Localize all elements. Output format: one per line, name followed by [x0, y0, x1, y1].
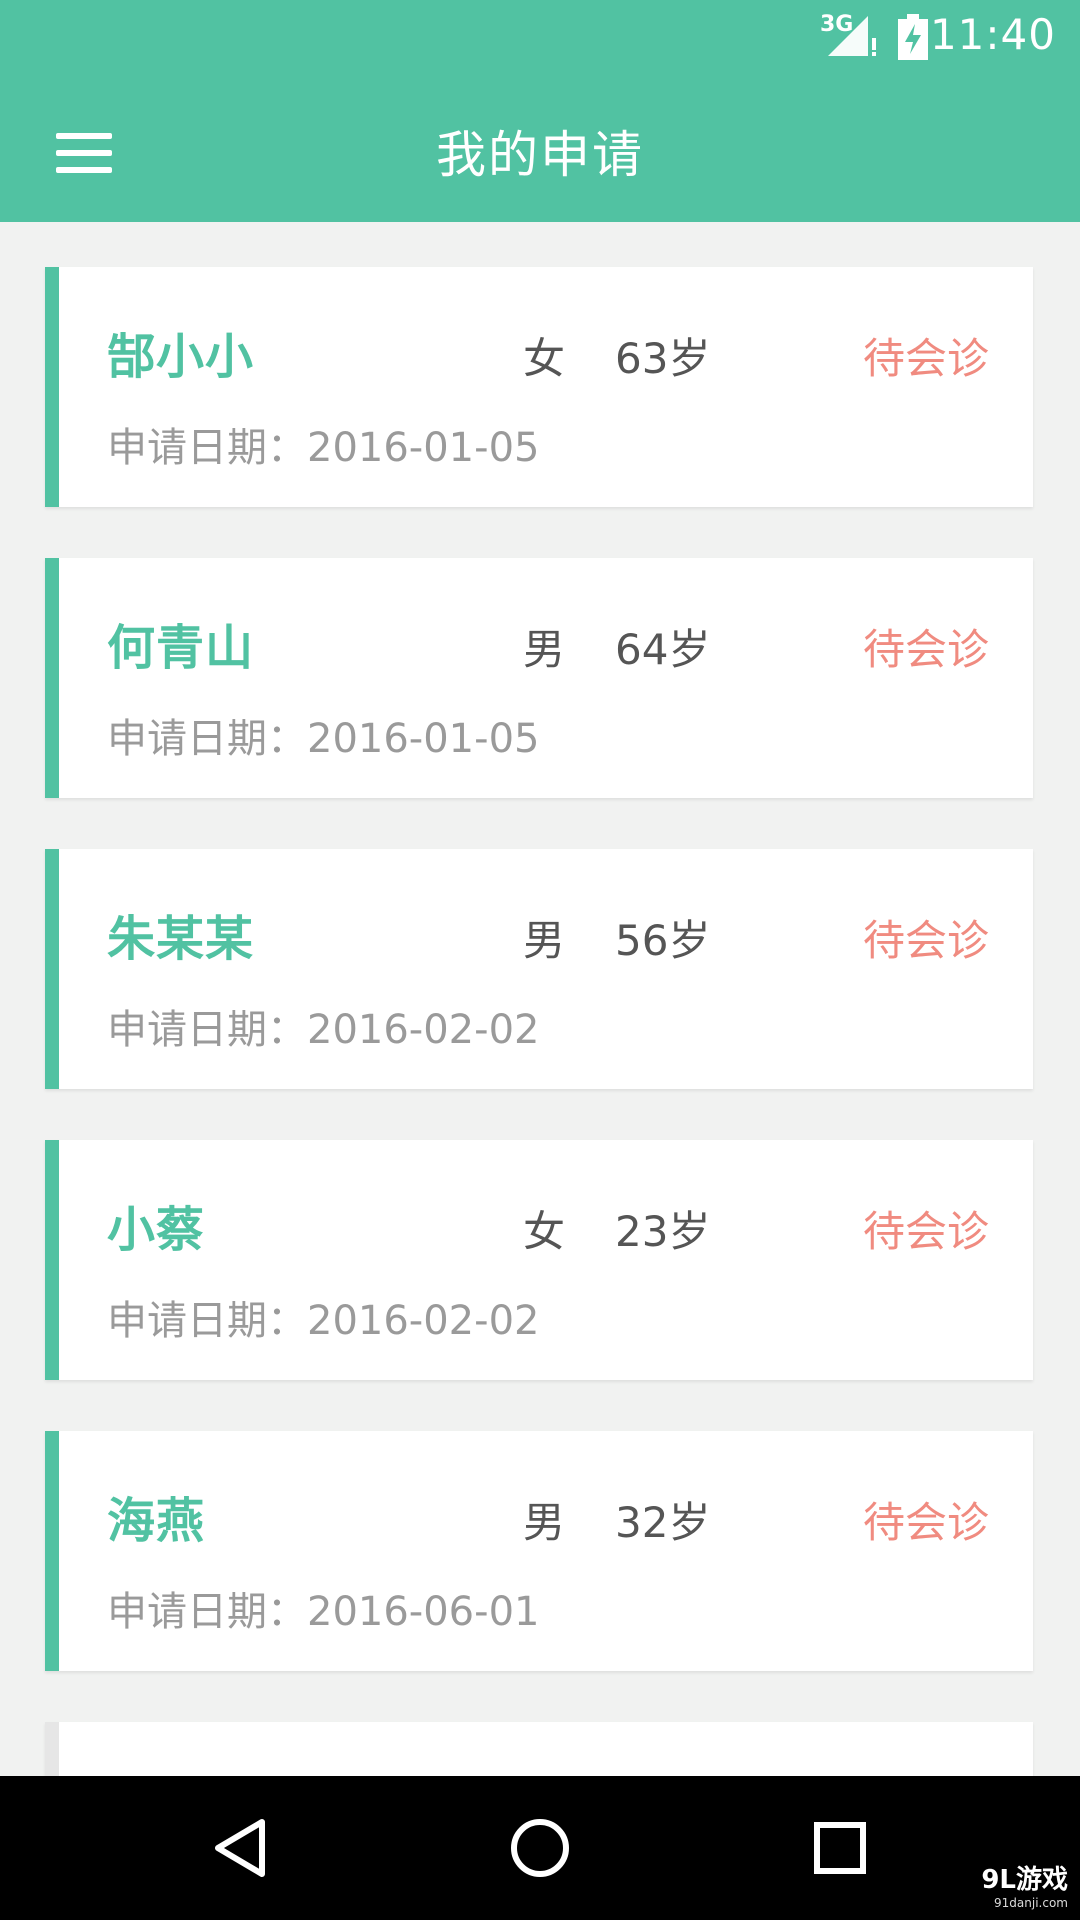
date-label: 申请日期： [107, 1007, 307, 1053]
signal-icon [828, 16, 876, 56]
card-accent-bar [45, 1140, 59, 1380]
date-label: 申请日期： [107, 1589, 307, 1635]
patient-name: 何青山 [107, 620, 255, 676]
date-label: 申请日期： [107, 425, 307, 471]
apply-date-row: 申请日期：2016-02-02 [107, 1288, 539, 1346]
status-badge: 待会诊 [862, 334, 989, 383]
application-list: 郜小小 女 63岁 待会诊 申请日期：2016-01-05 何青山 男 64岁 … [45, 267, 1033, 1782]
status-badge: 待会诊 [862, 916, 989, 965]
patient-age: 56岁 [615, 916, 711, 965]
battery-charging-icon [898, 14, 928, 60]
patient-age: 64岁 [615, 625, 711, 674]
application-card[interactable]: 郜小小 女 63岁 待会诊 申请日期：2016-01-05 [45, 267, 1033, 507]
apply-date: 2016-02-02 [307, 1298, 540, 1344]
status-badge: 待会诊 [862, 1207, 989, 1256]
card-accent-bar [45, 849, 59, 1089]
watermark-url: 91danji.com [994, 1896, 1068, 1910]
patient-age: 23岁 [615, 1207, 711, 1256]
application-card[interactable]: 小蔡 女 23岁 待会诊 申请日期：2016-02-02 [45, 1140, 1033, 1380]
patient-name: 朱某某 [107, 911, 255, 967]
date-label: 申请日期： [107, 1298, 307, 1344]
application-card[interactable]: 海燕 男 32岁 待会诊 申请日期：2016-06-01 [45, 1431, 1033, 1671]
apply-date: 2016-01-05 [307, 425, 540, 471]
app-bar: 我的申请 [0, 75, 1080, 222]
page-title: 我的申请 [436, 126, 644, 184]
apply-date: 2016-01-05 [307, 716, 540, 762]
card-accent-bar [45, 558, 59, 798]
apply-date: 2016-02-02 [307, 1007, 540, 1053]
apply-date-row: 申请日期：2016-01-05 [107, 706, 539, 764]
back-triangle-icon[interactable] [204, 1812, 276, 1884]
patient-name: 小蔡 [107, 1202, 206, 1258]
status-bar: 3G 11:40 [0, 0, 1080, 75]
home-circle-icon[interactable] [504, 1812, 576, 1884]
status-badge: 待会诊 [862, 625, 989, 674]
watermark-brand: 9L游戏 [981, 1865, 1068, 1895]
system-nav-bar: 9L游戏 91danji.com [0, 1776, 1080, 1920]
date-label: 申请日期： [107, 716, 307, 762]
card-accent-bar [45, 1431, 59, 1671]
application-card[interactable]: 朱某某 男 56岁 待会诊 申请日期：2016-02-02 [45, 849, 1033, 1089]
card-accent-bar [45, 1722, 59, 1782]
apply-date-row: 申请日期：2016-02-02 [107, 997, 539, 1055]
recents-square-icon[interactable] [804, 1812, 876, 1884]
patient-gender: 女 [523, 1207, 566, 1256]
card-accent-bar [45, 267, 59, 507]
patient-age: 32岁 [615, 1498, 711, 1547]
patient-name: 海燕 [107, 1493, 206, 1549]
apply-date-row: 申请日期：2016-06-01 [107, 1579, 539, 1637]
patient-gender: 男 [523, 1498, 566, 1547]
patient-gender: 男 [523, 625, 566, 674]
application-card[interactable]: 何青山 男 64岁 待会诊 申请日期：2016-01-05 [45, 558, 1033, 798]
watermark: 9L游戏 91danji.com [981, 1859, 1068, 1910]
status-badge: 待会诊 [862, 1498, 989, 1547]
application-card-partial[interactable] [45, 1722, 1033, 1782]
apply-date-row: 申请日期：2016-01-05 [107, 415, 539, 473]
patient-gender: 女 [523, 334, 566, 383]
patient-name: 郜小小 [107, 329, 255, 385]
patient-age: 63岁 [615, 334, 711, 383]
patient-gender: 男 [523, 916, 566, 965]
clock: 11:40 [929, 10, 1056, 59]
apply-date: 2016-06-01 [307, 1589, 540, 1635]
